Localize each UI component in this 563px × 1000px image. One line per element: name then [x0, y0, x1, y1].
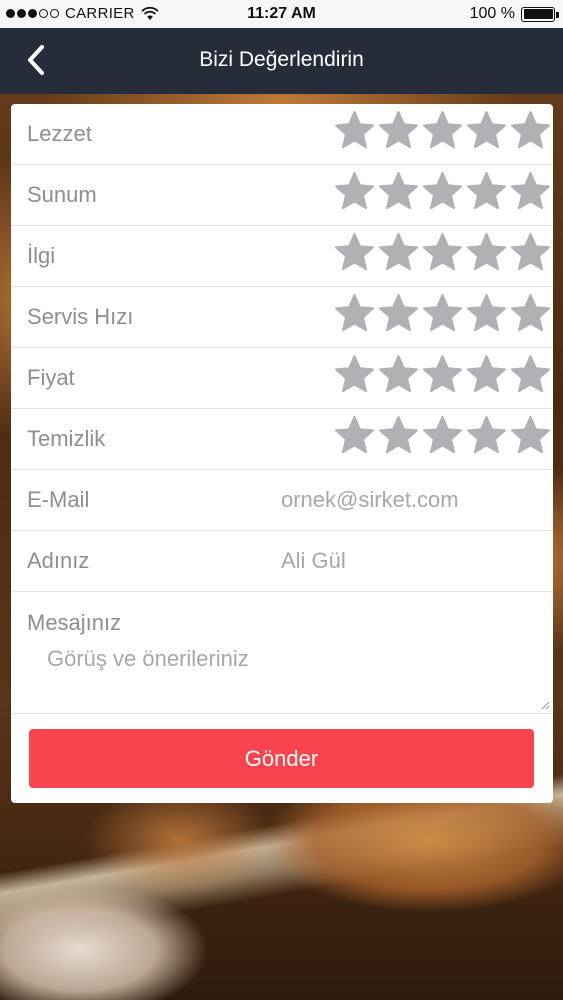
message-row: Mesajınız Görüş ve önerileriniz — [11, 592, 553, 714]
star-icon[interactable] — [510, 171, 551, 212]
star-icon[interactable] — [510, 415, 551, 456]
star-icon[interactable] — [378, 354, 419, 395]
name-label: Adınız — [27, 548, 90, 573]
star-icon[interactable] — [334, 415, 375, 456]
star-icon[interactable] — [334, 171, 375, 212]
email-label: E-Mail — [27, 487, 90, 512]
message-label: Mesajınız — [27, 610, 122, 635]
star-icon[interactable] — [422, 110, 463, 151]
star-icon[interactable] — [510, 354, 551, 395]
rating-label: Fiyat — [27, 365, 75, 390]
star-icon[interactable] — [378, 171, 419, 212]
battery-icon — [521, 6, 559, 22]
star-rating — [334, 293, 551, 334]
star-icon[interactable] — [510, 293, 551, 334]
status-right: 100 % — [469, 5, 559, 23]
star-icon[interactable] — [510, 110, 551, 151]
star-icon[interactable] — [422, 354, 463, 395]
star-icon[interactable] — [378, 415, 419, 456]
status-bar: CARRIER 11:27 AM 100 % — [0, 0, 563, 28]
star-icon[interactable] — [466, 415, 507, 456]
rating-label: Sunum — [27, 182, 97, 207]
rating-label: Servis Hızı — [27, 304, 134, 329]
submit-button[interactable]: Gönder — [29, 729, 534, 788]
rating-row: Fiyat — [11, 348, 553, 409]
star-icon[interactable] — [334, 110, 375, 151]
star-icon[interactable] — [466, 232, 507, 273]
star-icon[interactable] — [466, 293, 507, 334]
star-rating — [334, 171, 551, 212]
email-row: E-Mail ornek@sirket.com — [11, 470, 553, 531]
page-title: Bizi Değerlendirin — [199, 48, 364, 71]
rating-form-card: Lezzet Sunum İlgi Servis Hızı Fiyat Temizlik … — [11, 104, 553, 803]
rating-row: İlgi — [11, 226, 553, 287]
star-rating — [334, 354, 551, 395]
rating-row: Sunum — [11, 165, 553, 226]
star-icon[interactable] — [466, 171, 507, 212]
email-field[interactable]: ornek@sirket.com — [281, 487, 459, 513]
star-icon[interactable] — [510, 232, 551, 273]
navigation-bar: Bizi Değerlendirin — [0, 28, 563, 94]
star-icon[interactable] — [466, 354, 507, 395]
resize-handle-icon[interactable] — [540, 700, 550, 710]
star-icon[interactable] — [378, 293, 419, 334]
name-row: Adınız Ali Gül — [11, 531, 553, 592]
star-icon[interactable] — [466, 110, 507, 151]
star-icon[interactable] — [422, 415, 463, 456]
star-rating — [334, 232, 551, 273]
rating-label: Lezzet — [27, 121, 92, 146]
rating-row: Temizlik — [11, 409, 553, 470]
star-icon[interactable] — [334, 293, 375, 334]
star-rating — [334, 110, 551, 151]
battery-percent: 100 % — [469, 5, 515, 22]
star-icon[interactable] — [334, 232, 375, 273]
rating-row: Servis Hızı — [11, 287, 553, 348]
star-icon[interactable] — [422, 171, 463, 212]
star-icon[interactable] — [378, 110, 419, 151]
star-icon[interactable] — [378, 232, 419, 273]
rating-row: Lezzet — [11, 104, 553, 165]
rating-label: İlgi — [27, 243, 56, 268]
battery-fill — [523, 9, 553, 19]
star-icon[interactable] — [422, 293, 463, 334]
message-textarea[interactable]: Görüş ve önerileriniz — [47, 646, 527, 696]
name-field[interactable]: Ali Gül — [281, 548, 346, 574]
battery-tip — [556, 11, 559, 18]
rating-label: Temizlik — [27, 426, 106, 451]
star-rating — [334, 415, 551, 456]
star-icon[interactable] — [422, 232, 463, 273]
star-icon[interactable] — [334, 354, 375, 395]
